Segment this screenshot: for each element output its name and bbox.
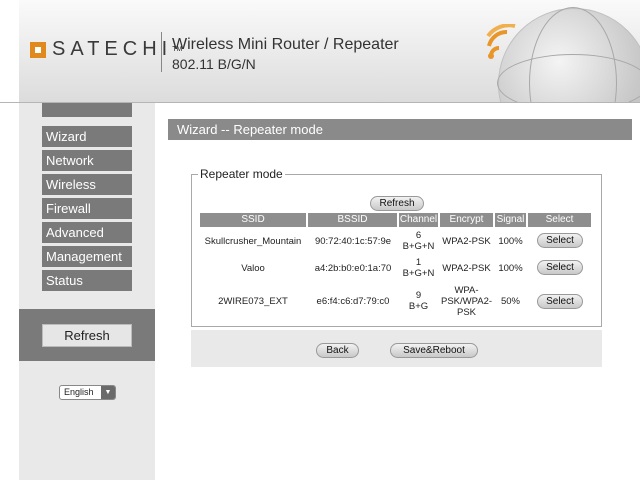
row-encrypt: WPA2-PSK bbox=[442, 235, 491, 247]
column-header-bssid: BSSID bbox=[308, 213, 397, 227]
channel-mode: B+G+N bbox=[402, 241, 435, 252]
globe-parallel bbox=[497, 54, 640, 102]
column-header-select: Select bbox=[528, 213, 591, 227]
encrypt-line: PSK/WPA2- bbox=[440, 295, 493, 307]
channel-number: 1 bbox=[415, 257, 422, 268]
select-button[interactable]: Select bbox=[537, 260, 583, 275]
channel-number: 9 bbox=[415, 290, 422, 301]
channel-number: 6 bbox=[415, 230, 422, 241]
row-encrypt: WPA2-PSK bbox=[442, 262, 491, 274]
save-reboot-button[interactable]: Save&Reboot bbox=[390, 343, 478, 358]
dropdown-arrow-icon: ▼ bbox=[101, 386, 115, 399]
satechi-logo: SATECHI TM bbox=[30, 38, 182, 61]
column-header-signal: Signal bbox=[495, 213, 526, 227]
product-title: Wireless Mini Router / Repeater bbox=[172, 36, 399, 53]
encrypt-line: WPA- bbox=[454, 284, 479, 296]
select-button[interactable]: Select bbox=[537, 294, 583, 309]
row-channel: 6 B+G+N bbox=[399, 229, 438, 253]
language-select[interactable]: English ▼ bbox=[59, 385, 116, 400]
row-signal: 100% bbox=[498, 235, 523, 247]
scan-refresh-button[interactable]: Refresh bbox=[370, 196, 424, 211]
row-bssid: 90:72:40:1c:57:9e bbox=[314, 235, 392, 247]
brand-name: SATECHI bbox=[52, 38, 173, 60]
row-ssid: Valoo bbox=[241, 262, 265, 274]
row-ssid: Skullcrusher_Mountain bbox=[204, 235, 302, 247]
sidebar-item-status[interactable]: Status bbox=[42, 270, 132, 291]
sidebar-item-firewall[interactable]: Firewall bbox=[42, 198, 132, 219]
channel-mode: B+G bbox=[408, 301, 429, 312]
channel-mode: B+G+N bbox=[402, 268, 435, 279]
back-button[interactable]: Back bbox=[316, 343, 359, 358]
logo-mark-icon bbox=[30, 41, 46, 58]
sidebar-refresh-button[interactable]: Refresh bbox=[42, 324, 132, 347]
row-signal: 100% bbox=[498, 262, 523, 274]
fieldset-legend: Repeater mode bbox=[198, 167, 285, 181]
encrypt-line: PSK bbox=[456, 306, 476, 318]
header-margin bbox=[0, 0, 19, 102]
select-button[interactable]: Select bbox=[537, 233, 583, 248]
sidebar-item-network[interactable]: Network bbox=[42, 150, 132, 171]
column-header-channel: Channel bbox=[399, 213, 438, 227]
column-header-encrypt: Encrypt bbox=[440, 213, 493, 227]
header-banner: SATECHI TM Wireless Mini Router / Repeat… bbox=[0, 0, 640, 103]
column-header-ssid: SSID bbox=[200, 213, 306, 227]
language-value: English bbox=[64, 387, 94, 397]
row-bssid: e6:f4:c6:d7:79:c0 bbox=[316, 295, 390, 307]
row-channel: 9 B+G bbox=[399, 283, 438, 319]
sidebar-item-wireless[interactable]: Wireless bbox=[42, 174, 132, 195]
page-title: Wizard -- Repeater mode bbox=[168, 119, 632, 140]
row-bssid: a4:2b:b0:e0:1a:70 bbox=[314, 262, 392, 274]
row-ssid: 2WIRE073_EXT bbox=[218, 295, 288, 307]
row-signal: 50% bbox=[500, 295, 520, 307]
row-encrypt: WPA- PSK/WPA2- PSK bbox=[438, 283, 495, 319]
sidebar-item-advanced[interactable]: Advanced bbox=[42, 222, 132, 243]
sidebar-item-wizard[interactable]: Wizard bbox=[42, 126, 132, 147]
sidebar-item-management[interactable]: Management bbox=[42, 246, 132, 267]
row-channel: 1 B+G+N bbox=[399, 256, 438, 280]
header-divider bbox=[161, 32, 162, 72]
sidebar-top-bar bbox=[42, 103, 132, 117]
wifi-signal-icon bbox=[486, 24, 516, 59]
product-subtitle: 802.11 B/G/N bbox=[172, 56, 256, 72]
